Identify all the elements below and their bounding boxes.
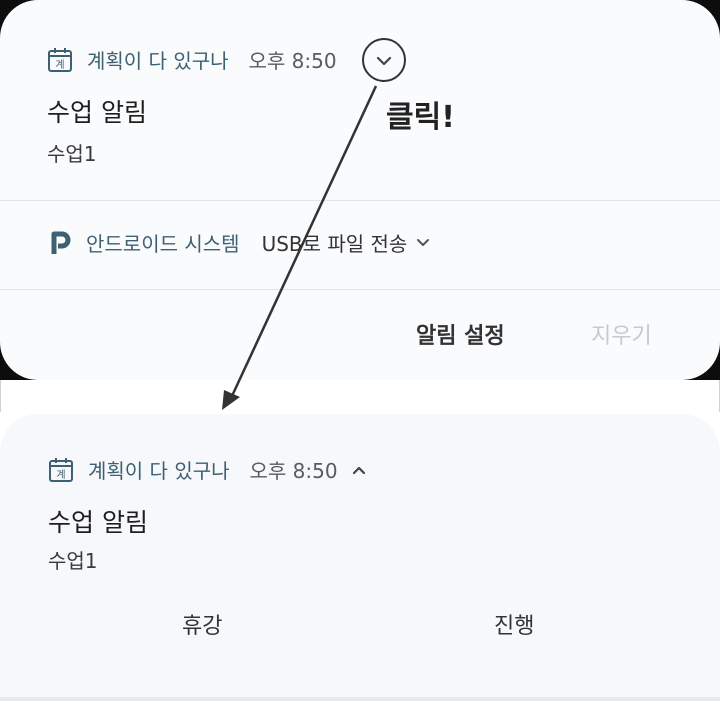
frame-edge — [0, 380, 1, 412]
divider — [0, 289, 720, 290]
svg-text:계: 계 — [56, 469, 65, 481]
notification-body: 수업1 — [48, 549, 98, 573]
notification-app-name: 계획이 다 있구나 — [87, 49, 229, 73]
notification-header: 계 계획이 다 있구나 오후 8:50 — [47, 45, 337, 74]
notification-title: 수업 알림 — [48, 508, 148, 537]
system-notification-row[interactable]: 안드로이드 시스템 USB로 파일 전송 — [50, 228, 437, 257]
notification-body: 수업1 — [47, 142, 97, 166]
svg-text:계: 계 — [55, 59, 64, 71]
chevron-up-icon[interactable] — [344, 458, 374, 482]
notification-shade-card: 계 계획이 다 있구나 오후 8:50 수업 알림 수업1 클릭! 안드로이드 … — [0, 0, 720, 380]
chevron-down-icon[interactable] — [407, 231, 437, 255]
proceed-class-action-button[interactable]: 진행 — [494, 608, 534, 640]
notification-settings-button[interactable]: 알림 설정 — [416, 318, 505, 350]
calendar-app-icon: 계 — [49, 457, 73, 482]
expanded-notification-card: 계 계획이 다 있구나 오후 8:50 수업 알림 수업1 휴강 진행 — [0, 414, 720, 701]
divider — [0, 200, 720, 201]
calendar-app-icon: 계 — [48, 47, 72, 72]
cancel-class-action-button[interactable]: 휴강 — [182, 608, 222, 640]
chevron-down-icon — [376, 56, 392, 66]
card-bottom-edge — [0, 697, 720, 701]
notification-time: 오후 8:50 — [249, 459, 338, 483]
clear-button[interactable]: 지우기 — [591, 318, 652, 350]
expand-button[interactable] — [362, 38, 406, 82]
notification-app-name: 계획이 다 있구나 — [88, 459, 230, 483]
notification-time: 오후 8:50 — [248, 49, 337, 73]
android-system-p-icon — [51, 231, 71, 254]
click-annotation-label: 클릭! — [386, 100, 455, 135]
notification-title: 수업 알림 — [47, 98, 147, 127]
notification-header: 계 계획이 다 있구나 오후 8:50 — [48, 455, 374, 484]
system-message: USB로 파일 전송 — [261, 232, 408, 256]
separator-strip — [0, 380, 720, 412]
system-app-name: 안드로이드 시스템 — [86, 232, 240, 256]
